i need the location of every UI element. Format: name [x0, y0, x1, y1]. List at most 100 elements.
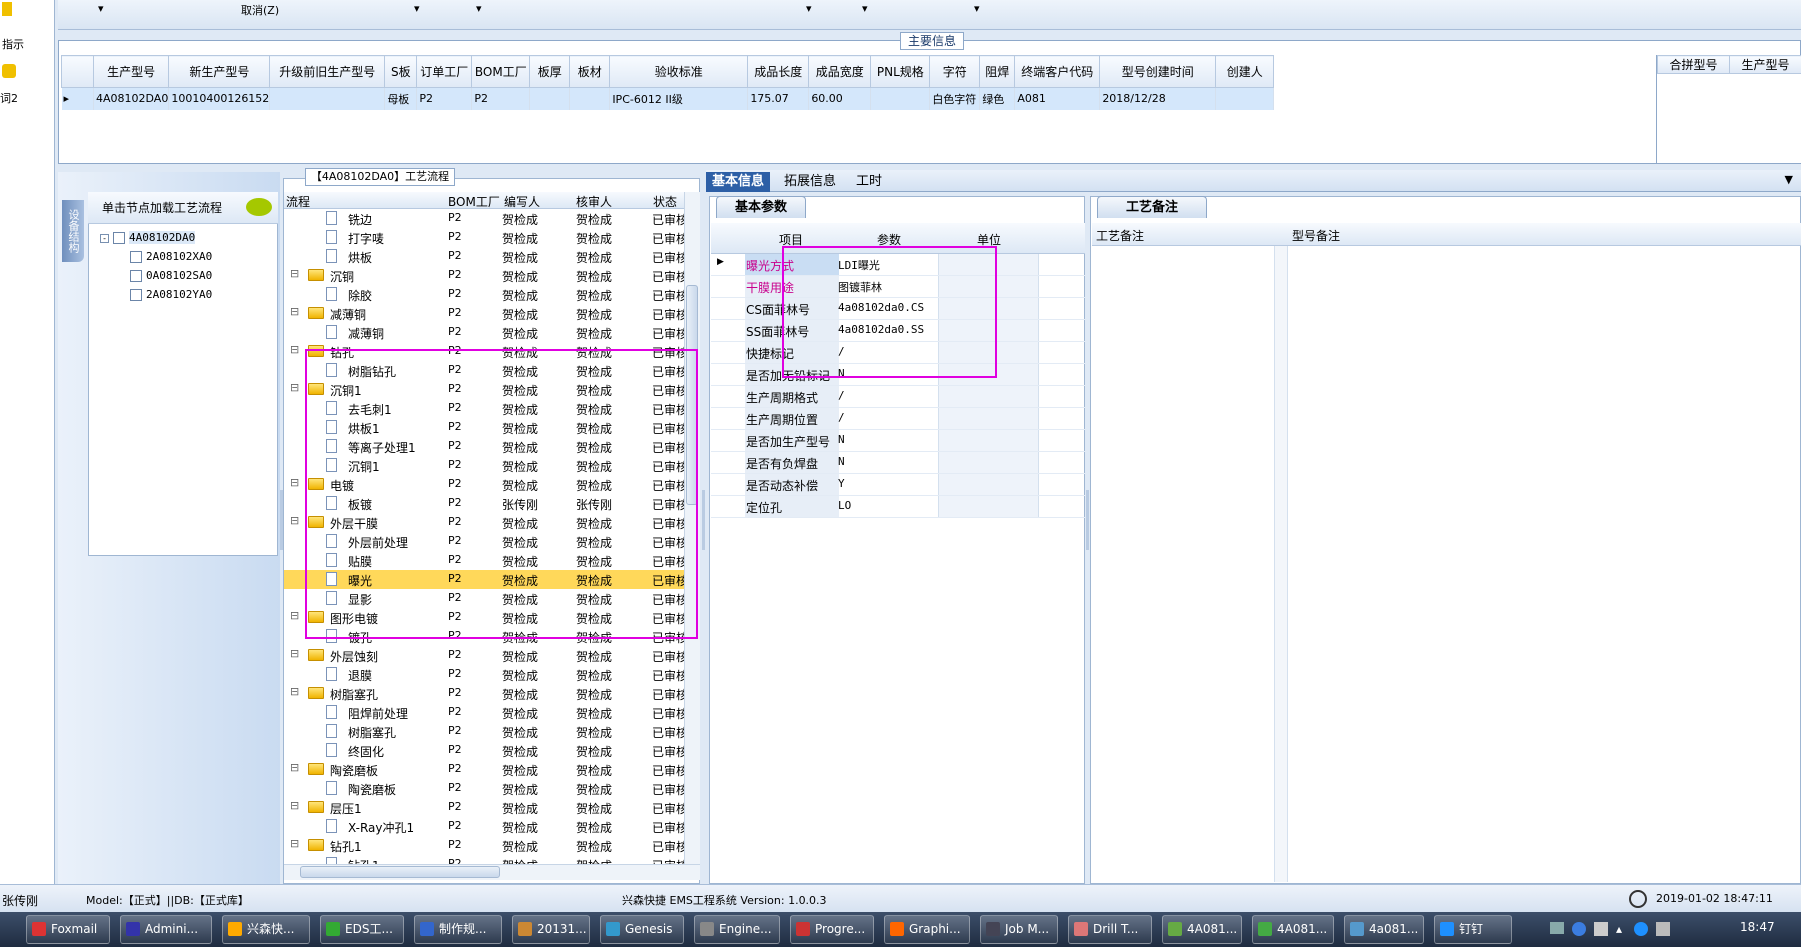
- column-header[interactable]: 生产型号: [1729, 55, 1801, 74]
- column-header[interactable]: 状态: [653, 193, 677, 210]
- tab-basic-params[interactable]: 基本参数: [716, 196, 806, 218]
- process-row[interactable]: 终固化 P2 贺检成 贺检成 已审核: [284, 741, 684, 760]
- table-cell[interactable]: IPC-6012 II级: [609, 87, 749, 110]
- column-header[interactable]: 成品宽度: [808, 55, 872, 88]
- process-row[interactable]: X-Ray冲孔1 P2 贺检成 贺检成 已审核: [284, 817, 684, 836]
- checkbox[interactable]: [130, 251, 142, 263]
- tree-node[interactable]: 0A08102SA0: [130, 269, 212, 282]
- taskbar-button[interactable]: 钉钉: [1434, 915, 1512, 944]
- taskbar-button[interactable]: Engine...: [694, 915, 780, 944]
- column-header[interactable]: S板: [384, 55, 418, 88]
- table-cell[interactable]: [269, 87, 386, 110]
- param-row[interactable]: 是否加无铅标记 N: [711, 364, 1085, 386]
- param-row[interactable]: 是否动态补偿 Y: [711, 474, 1085, 496]
- table-cell[interactable]: [870, 87, 931, 110]
- process-row[interactable]: ⊟ 层压1 P2 贺检成 贺检成 已审核: [284, 798, 684, 817]
- tree-node[interactable]: 2A08102XA0: [130, 250, 212, 263]
- collapse-icon[interactable]: ⊟: [290, 761, 299, 774]
- system-tray[interactable]: ▴: [1550, 918, 1700, 940]
- process-row[interactable]: 镀孔 P2 贺检成 贺检成 已审核: [284, 627, 684, 646]
- collapse-icon[interactable]: ⊟: [290, 514, 299, 527]
- panel-splitter[interactable]: [280, 490, 283, 550]
- table-cell[interactable]: 4A08102DA0: [93, 87, 170, 110]
- taskbar-button[interactable]: Progre...: [790, 915, 874, 944]
- column-header[interactable]: 新生产型号: [168, 55, 271, 88]
- column-header[interactable]: 参数: [877, 231, 901, 248]
- tray-icon[interactable]: [1550, 922, 1564, 934]
- checkbox[interactable]: [130, 270, 142, 282]
- param-value[interactable]: LO: [838, 499, 851, 512]
- volume-icon[interactable]: [1656, 922, 1670, 936]
- expand-minus-icon[interactable]: -: [100, 234, 109, 243]
- column-header[interactable]: PNL规格: [870, 55, 931, 88]
- table-cell[interactable]: A081: [1014, 87, 1101, 110]
- table-cell[interactable]: 母板: [384, 87, 418, 110]
- param-row[interactable]: 是否加生产型号 N: [711, 430, 1085, 452]
- process-row[interactable]: 板镀 P2 张传刚 张传刚 已审核: [284, 494, 684, 513]
- process-row[interactable]: 等离子处理1 P2 贺检成 贺检成 已审核: [284, 437, 684, 456]
- collapse-icon[interactable]: ⊟: [290, 799, 299, 812]
- process-row[interactable]: 贴膜 P2 贺检成 贺检成 已审核: [284, 551, 684, 570]
- process-row[interactable]: 烘板 P2 贺检成 贺检成 已审核: [284, 247, 684, 266]
- process-row[interactable]: 铣边 P2 贺检成 贺检成 已审核: [284, 209, 684, 228]
- param-row[interactable]: 快捷标记 /: [711, 342, 1085, 364]
- vertical-tab-structure[interactable]: 设备结构: [62, 200, 84, 262]
- param-value[interactable]: LDI曝光: [838, 257, 880, 273]
- process-row[interactable]: ⊟ 树脂塞孔 P2 贺检成 贺检成 已审核: [284, 684, 684, 703]
- column-header[interactable]: BOM工厂: [471, 55, 531, 88]
- taskbar-button[interactable]: 制作规...: [414, 915, 502, 944]
- taskbar-button[interactable]: 4A081...: [1252, 915, 1334, 944]
- panel-splitter[interactable]: [1086, 490, 1089, 550]
- chevron-down-icon[interactable]: ▾: [806, 2, 812, 15]
- process-row[interactable]: 陶瓷磨板 P2 贺检成 贺检成 已审核: [284, 779, 684, 798]
- column-header[interactable]: BOM工厂: [448, 193, 500, 210]
- table-cell[interactable]: P2: [471, 87, 531, 110]
- tree-node[interactable]: 2A08102YA0: [130, 288, 212, 301]
- param-value[interactable]: /: [838, 345, 845, 358]
- collapse-icon[interactable]: ⊟: [290, 267, 299, 280]
- taskbar-button[interactable]: Genesis: [600, 915, 684, 944]
- column-header[interactable]: 型号备注: [1292, 227, 1340, 244]
- shortcut-label-2[interactable]: 词2: [0, 90, 18, 106]
- table-cell[interactable]: 白色字符: [929, 87, 981, 110]
- tree-node[interactable]: - 4A08102DA0: [100, 231, 196, 244]
- column-header[interactable]: 核审人: [576, 193, 612, 210]
- taskbar-clock[interactable]: 18:47: [1740, 920, 1775, 934]
- process-row[interactable]: 外层前处理 P2 贺检成 贺检成 已审核: [284, 532, 684, 551]
- column-header[interactable]: 验收标准: [609, 55, 749, 88]
- param-row[interactable]: 是否有负焊盘 N: [711, 452, 1085, 474]
- param-row[interactable]: 干膜用途 图镀菲林: [711, 276, 1085, 298]
- collapse-icon[interactable]: ⊟: [290, 685, 299, 698]
- dingtalk-tray-icon[interactable]: [1634, 922, 1648, 936]
- help-icon[interactable]: [1572, 922, 1586, 936]
- chevron-down-icon[interactable]: ▾: [974, 2, 980, 15]
- shortcut-label-1[interactable]: 指示: [2, 36, 24, 52]
- param-value[interactable]: /: [838, 389, 845, 402]
- taskbar-button[interactable]: Drill T...: [1068, 915, 1152, 944]
- table-cell[interactable]: 绿色: [979, 87, 1016, 110]
- table-cell[interactable]: P2: [416, 87, 473, 110]
- process-row[interactable]: ⊟ 钻孔 P2 贺检成 贺检成 已审核: [284, 342, 684, 361]
- column-header[interactable]: 板厚: [529, 55, 571, 88]
- taskbar-button[interactable]: Graphi...: [884, 915, 970, 944]
- column-header[interactable]: 升级前旧生产型号: [269, 55, 386, 88]
- process-row[interactable]: 显影 P2 贺检成 贺检成 已审核: [284, 589, 684, 608]
- tab-extended-info[interactable]: 拓展信息: [778, 172, 842, 192]
- taskbar-button[interactable]: 兴森快...: [222, 915, 310, 944]
- table-cell[interactable]: 10010400126152: [168, 87, 271, 110]
- process-row[interactable]: 除胶 P2 贺检成 贺检成 已审核: [284, 285, 684, 304]
- process-row[interactable]: 曝光 P2 贺检成 贺检成 已审核: [284, 570, 684, 589]
- process-row[interactable]: 沉铜1 P2 贺检成 贺检成 已审核: [284, 456, 684, 475]
- process-row[interactable]: 减薄铜 P2 贺检成 贺检成 已审核: [284, 323, 684, 342]
- vertical-scrollbar[interactable]: [1274, 246, 1288, 882]
- column-header[interactable]: 型号创建时间: [1099, 55, 1217, 88]
- pencil-icon[interactable]: [2, 64, 16, 78]
- chevron-down-icon[interactable]: ▼: [1785, 173, 1793, 186]
- taskbar-button[interactable]: Job M...: [980, 915, 1058, 944]
- taskbar-button[interactable]: Admini...: [120, 915, 212, 944]
- collapse-icon[interactable]: ⊟: [290, 647, 299, 660]
- scroll-thumb[interactable]: [686, 285, 698, 505]
- table-cell[interactable]: 2018/12/28: [1099, 87, 1217, 110]
- lightning-icon[interactable]: [2, 2, 12, 16]
- param-value[interactable]: N: [838, 367, 845, 380]
